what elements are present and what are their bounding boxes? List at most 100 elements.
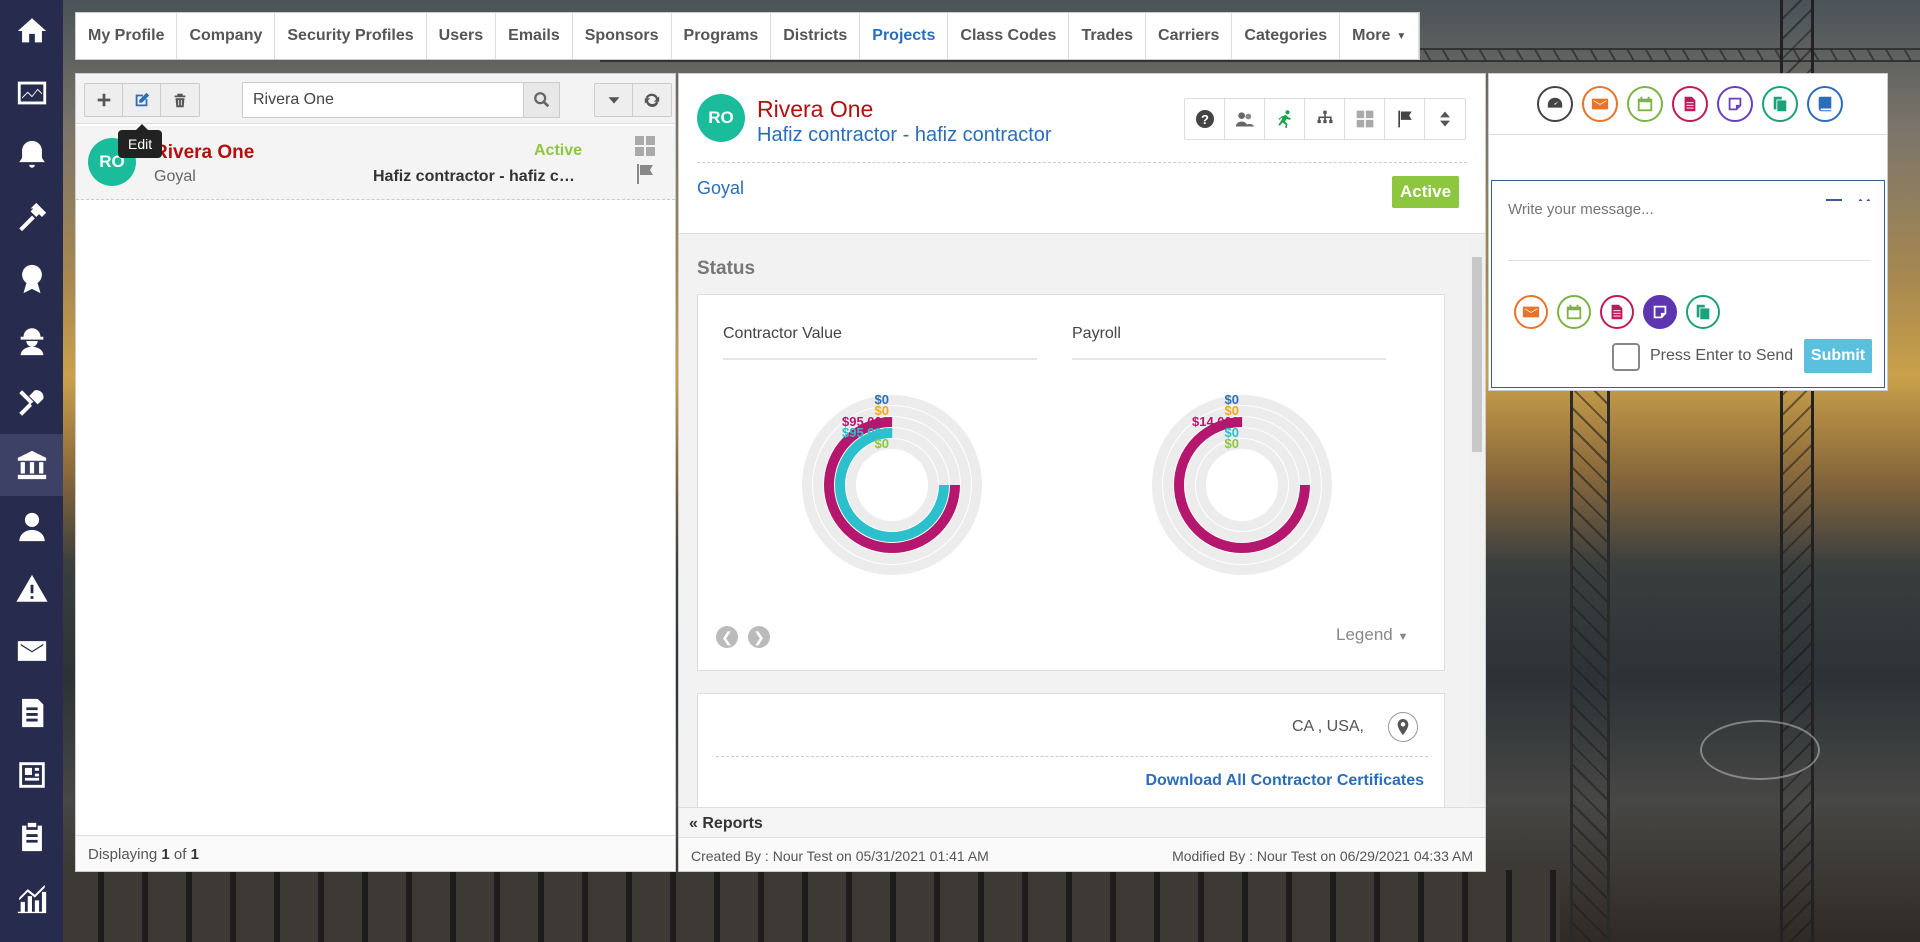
- double-chevron-up-icon: «: [689, 815, 698, 832]
- contacts-button[interactable]: [1225, 99, 1265, 139]
- note-button[interactable]: [1717, 86, 1753, 122]
- document-button[interactable]: [1672, 86, 1708, 122]
- left-navigation: [0, 0, 63, 942]
- chart-title-payroll: Payroll: [1072, 325, 1121, 342]
- grid-icon[interactable]: [633, 134, 657, 158]
- tab-projects[interactable]: Projects: [860, 13, 949, 59]
- nav-bank[interactable]: [0, 434, 63, 496]
- nav-tools[interactable]: [0, 372, 63, 434]
- activity-button[interactable]: [1265, 99, 1305, 139]
- document-button[interactable]: [1600, 295, 1634, 329]
- tab-carriers[interactable]: Carriers: [1146, 13, 1233, 59]
- footer-current: 1: [161, 846, 170, 863]
- email-button[interactable]: [1582, 86, 1618, 122]
- map-pin-button[interactable]: [1388, 712, 1418, 742]
- download-certificates-link[interactable]: Download All Contractor Certificates: [1145, 772, 1424, 790]
- edit-button[interactable]: [123, 84, 161, 116]
- envelope-icon: [17, 641, 46, 661]
- plus-icon: [97, 93, 110, 107]
- project-owner: Goyal: [154, 168, 196, 185]
- tab-categories[interactable]: Categories: [1232, 13, 1341, 59]
- tab-class-codes[interactable]: Class Codes: [948, 13, 1070, 59]
- home-icon: [17, 18, 46, 43]
- nav-documents[interactable]: [0, 682, 63, 744]
- envelope-icon: [1522, 306, 1540, 318]
- clipboard-icon: [21, 822, 42, 852]
- nav-workers[interactable]: [0, 310, 63, 372]
- ring-track: [1196, 439, 1288, 531]
- dashboard-button[interactable]: [1537, 86, 1573, 122]
- owner-link[interactable]: Goyal: [697, 178, 744, 199]
- copy-button[interactable]: [1686, 295, 1720, 329]
- add-button[interactable]: [85, 84, 123, 116]
- tab-my-profile[interactable]: My Profile: [76, 13, 178, 59]
- project-list-panel: Edit RO Rivera One Goyal Active Hafiz co…: [75, 73, 676, 872]
- search-box: [242, 82, 560, 118]
- tab-security-profiles[interactable]: Security Profiles: [275, 13, 427, 59]
- report-icon: [18, 762, 45, 788]
- dashboard-chart-icon: [17, 81, 46, 105]
- submit-button[interactable]: Submit: [1804, 339, 1872, 373]
- next-button[interactable]: ❯: [748, 626, 770, 648]
- tab-trades[interactable]: Trades: [1069, 13, 1147, 59]
- nav-mail[interactable]: [0, 620, 63, 682]
- search-input[interactable]: [243, 83, 523, 117]
- sort-button[interactable]: [1425, 99, 1465, 139]
- refresh-button[interactable]: [633, 84, 671, 116]
- nav-clipboard[interactable]: [0, 806, 63, 868]
- tab-company[interactable]: Company: [177, 13, 276, 59]
- section-title-status: Status: [697, 258, 756, 279]
- nav-awards[interactable]: [0, 248, 63, 310]
- email-button[interactable]: [1514, 295, 1548, 329]
- top-tabs: My Profile Company Security Profiles Use…: [75, 12, 1421, 60]
- nav-dashboard[interactable]: [0, 62, 63, 124]
- nav-alerts[interactable]: [0, 558, 63, 620]
- tab-sponsors[interactable]: Sponsors: [573, 13, 672, 59]
- legend-toggle[interactable]: Legend ▼: [1336, 625, 1408, 645]
- nav-reports[interactable]: [0, 744, 63, 806]
- scrollbar[interactable]: [1470, 239, 1484, 804]
- tab-districts[interactable]: Districts: [771, 13, 861, 59]
- message-input[interactable]: [1508, 201, 1870, 261]
- scroll-thumb[interactable]: [1472, 257, 1482, 452]
- page-title: Rivera One: [757, 96, 874, 122]
- nav-home[interactable]: [0, 0, 63, 62]
- refresh-icon: [644, 93, 660, 108]
- legend-label: Legend: [1336, 625, 1393, 644]
- search-button[interactable]: [523, 83, 559, 117]
- help-button[interactable]: ?: [1185, 99, 1225, 139]
- detail-actions: ?: [1184, 98, 1466, 140]
- divider: [716, 756, 1428, 757]
- tab-programs[interactable]: Programs: [672, 13, 772, 59]
- copy-button[interactable]: [1762, 86, 1798, 122]
- flag-button[interactable]: [1385, 99, 1425, 139]
- calendar-button[interactable]: [1557, 295, 1591, 329]
- nav-users[interactable]: [0, 496, 63, 558]
- filter-dropdown-button[interactable]: [595, 84, 633, 116]
- tab-more[interactable]: More ▼: [1340, 13, 1420, 59]
- tab-users[interactable]: Users: [427, 13, 497, 59]
- modified-by: Modified By : Nour Test on 06/29/2021 04…: [1172, 848, 1473, 864]
- flag-icon[interactable]: [633, 162, 657, 186]
- reports-toggle[interactable]: « Reports: [679, 807, 1485, 837]
- background-crane-tower-2: [1570, 360, 1610, 942]
- page-subtitle[interactable]: Hafiz contractor - hafiz contractor: [757, 124, 1052, 147]
- copy-icon: [1696, 304, 1710, 320]
- press-enter-checkbox[interactable]: [1612, 343, 1640, 371]
- caret-down-icon: ▼: [1397, 631, 1409, 643]
- hierarchy-button[interactable]: [1305, 99, 1345, 139]
- prev-button[interactable]: ❮: [716, 626, 738, 648]
- status-badge: Active: [1392, 176, 1460, 208]
- nav-analytics[interactable]: [0, 868, 63, 930]
- nav-notifications[interactable]: [0, 124, 63, 186]
- list-item[interactable]: RO Rivera One Goyal Active Hafiz contrac…: [76, 126, 675, 200]
- delete-button[interactable]: [161, 84, 199, 116]
- file-icon: [1684, 96, 1696, 112]
- book-button[interactable]: [1807, 86, 1843, 122]
- tab-emails[interactable]: Emails: [496, 13, 573, 59]
- attach-actions: [1514, 295, 1720, 329]
- calendar-button[interactable]: [1627, 86, 1663, 122]
- nav-trades[interactable]: [0, 186, 63, 248]
- note-button-selected[interactable]: [1643, 295, 1677, 329]
- grid-view-button[interactable]: [1345, 99, 1385, 139]
